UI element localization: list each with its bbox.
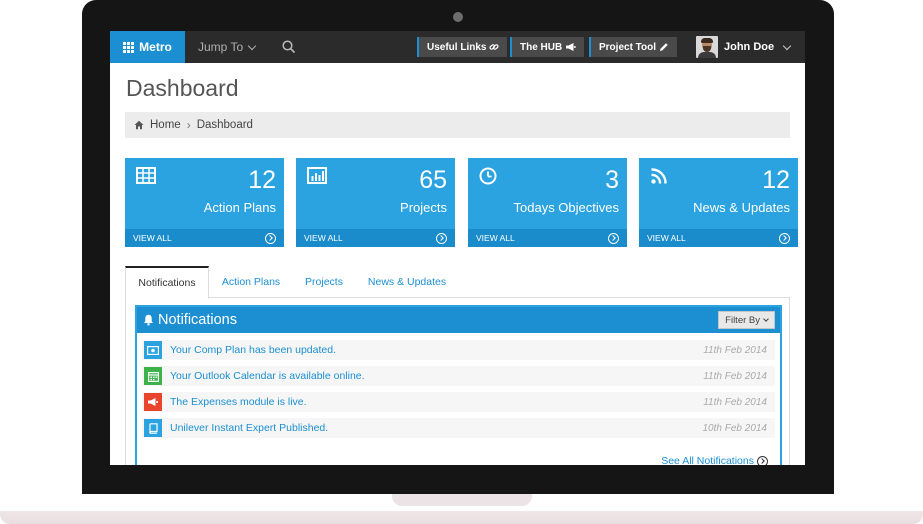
clock-icon	[479, 167, 497, 185]
notification-date: 11th Feb 2014	[703, 396, 767, 408]
notification-item[interactable]: Your Outlook Calendar is available onlin…	[142, 366, 775, 386]
arrow-circle-icon	[436, 232, 447, 244]
tile-count: 3	[605, 166, 619, 194]
tile-count: 12	[762, 166, 790, 194]
jump-to-menu[interactable]: Jump To	[198, 31, 257, 63]
project-tool-button[interactable]: Project Tool	[589, 37, 678, 57]
the-hub-button[interactable]: The HUB	[510, 37, 585, 57]
the-hub-label: The HUB	[520, 41, 563, 53]
useful-links-button[interactable]: Useful Links	[417, 37, 508, 57]
arrow-circle-icon	[779, 232, 790, 244]
megaphone-icon	[566, 43, 576, 51]
notification-text: The Expenses module is live.	[170, 396, 307, 408]
chevron-down-icon	[247, 41, 257, 50]
brand-button[interactable]: Metro	[110, 31, 185, 63]
view-all-label: VIEW ALL	[304, 233, 343, 243]
tab-notifications[interactable]: Notifications	[125, 266, 209, 299]
notification-text: Unilever Instant Expert Published.	[170, 422, 329, 434]
filter-by-dropdown[interactable]: Filter By	[718, 311, 775, 329]
chevron-down-icon	[763, 316, 769, 322]
breadcrumb-separator: ›	[186, 118, 191, 132]
tab-news-updates[interactable]: News & Updates	[361, 266, 453, 298]
notification-item[interactable]: The Expenses module is live. 11th Feb 20…	[142, 392, 775, 412]
arrow-circle-icon	[757, 455, 768, 465]
megaphone-icon	[144, 393, 162, 411]
view-all-link[interactable]: VIEW ALL	[296, 229, 455, 247]
breadcrumb-current: Dashboard	[196, 119, 253, 131]
notification-date: 10th Feb 2014	[702, 422, 768, 434]
tile-label: Action Plans	[203, 200, 276, 215]
view-all-label: VIEW ALL	[647, 233, 686, 243]
tile-count: 65	[419, 166, 447, 194]
tile-label: News & Updates	[693, 200, 790, 215]
notification-date: 11th Feb 2014	[703, 344, 767, 356]
view-all-link[interactable]: VIEW ALL	[639, 229, 798, 247]
calendar-icon	[144, 367, 162, 385]
breadcrumb: Home › Dashboard	[125, 112, 790, 138]
see-all-label: See All Notifications	[661, 455, 754, 465]
notification-date: 11th Feb 2014	[703, 370, 767, 382]
laptop-notch	[392, 494, 532, 506]
avatar	[696, 36, 718, 58]
money-icon	[144, 341, 162, 359]
tile-news-updates[interactable]: 12 News & Updates VIEW ALL	[639, 158, 798, 247]
tile-todays-objectives[interactable]: 3 Todays Objectives VIEW ALL	[468, 158, 627, 247]
view-all-label: VIEW ALL	[133, 233, 172, 243]
tab-content: Notifications Filter By Your Comp Plan h…	[125, 298, 790, 465]
top-navbar: Metro Jump To Useful Links The HUB Proje	[110, 31, 805, 63]
user-name: John Doe	[724, 41, 775, 53]
notification-text: Your Comp Plan has been updated.	[170, 344, 336, 356]
chevron-down-icon	[782, 41, 792, 50]
view-all-link[interactable]: VIEW ALL	[125, 229, 284, 247]
screen: Metro Jump To Useful Links The HUB Proje	[110, 31, 805, 465]
table-icon	[136, 167, 156, 184]
view-all-label: VIEW ALL	[476, 233, 515, 243]
project-tool-label: Project Tool	[599, 41, 657, 53]
tile-label: Projects	[400, 200, 447, 215]
page-title: Dashboard	[126, 75, 239, 101]
breadcrumb-home[interactable]: Home	[150, 119, 181, 131]
camera-icon	[453, 12, 463, 22]
rss-icon	[651, 168, 667, 184]
tile-projects[interactable]: 65 Projects VIEW ALL	[296, 158, 455, 247]
search-icon[interactable]	[282, 40, 296, 54]
view-all-link[interactable]: VIEW ALL	[468, 229, 627, 247]
laptop-base	[0, 511, 923, 524]
notifications-panel: Notifications Filter By Your Comp Plan h…	[135, 305, 782, 465]
home-icon	[134, 120, 144, 130]
tab-bar: Notifications Action Plans Projects News…	[125, 266, 790, 299]
bell-icon	[144, 314, 153, 326]
notification-text: Your Outlook Calendar is available onlin…	[170, 370, 365, 382]
notifications-header: Notifications Filter By	[137, 307, 780, 333]
notifications-title: Notifications	[158, 312, 237, 328]
arrow-circle-icon	[608, 232, 619, 244]
see-all-notifications-link[interactable]: See All Notifications	[661, 455, 768, 465]
notification-item[interactable]: Your Comp Plan has been updated. 11th Fe…	[142, 340, 775, 360]
tile-action-plans[interactable]: 12 Action Plans VIEW ALL	[125, 158, 284, 247]
tab-projects[interactable]: Projects	[295, 266, 353, 298]
pencil-icon	[660, 43, 668, 51]
link-icon	[489, 44, 500, 50]
book-icon	[144, 419, 162, 437]
grid-icon	[123, 41, 135, 53]
filter-label: Filter By	[725, 314, 760, 326]
tab-action-plans[interactable]: Action Plans	[213, 266, 289, 298]
notification-item[interactable]: Unilever Instant Expert Published. 10th …	[142, 418, 775, 438]
user-menu[interactable]: John Doe	[696, 36, 792, 58]
tile-count: 12	[248, 166, 276, 194]
jump-to-label: Jump To	[198, 40, 244, 54]
arrow-circle-icon	[265, 232, 276, 244]
useful-links-label: Useful Links	[427, 41, 487, 53]
tile-label: Todays Objectives	[513, 200, 620, 215]
bar-chart-icon	[307, 167, 327, 184]
brand-label: Metro	[139, 40, 172, 54]
